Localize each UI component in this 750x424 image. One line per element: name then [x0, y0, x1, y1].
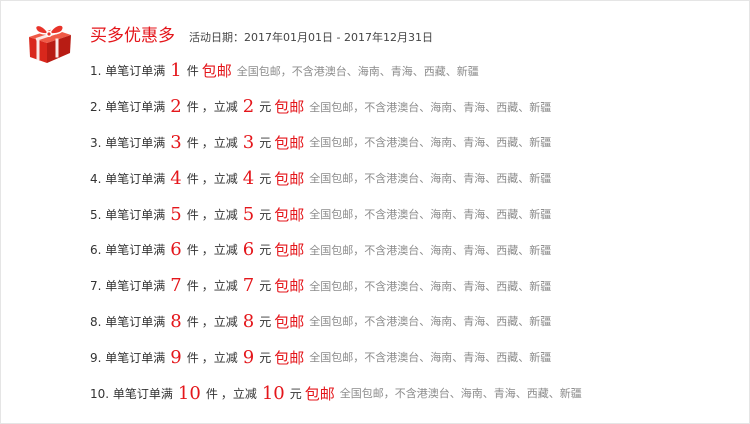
promotion-tier-row: 7. 单笔订单满 7 件，立减 7 元包邮 全国包邮，不含港澳台、海南、青海、西藏、新疆 [90, 268, 740, 304]
tier-free-shipping: 包邮 [274, 169, 305, 188]
tier-discount-label: ，立减 [201, 171, 238, 186]
promotion-tier-row: 5. 单笔订单满 5 件，立减 5 元包邮 全国包邮，不含港澳台、海南、青海、西藏、新疆 [90, 196, 740, 232]
tier-count-unit: 件 [186, 207, 199, 222]
tier-discount-amount: 3 [242, 131, 255, 153]
tier-discount-label: ，立减 [201, 243, 238, 258]
tier-shipping-note: 全国包邮，不含港澳台、海南、青海、西藏、新疆 [236, 64, 479, 78]
tier-discount-label: ，立减 [201, 314, 238, 329]
promotion-title: 买多优惠多 [90, 26, 175, 46]
promotion-tier-row: 3. 单笔订单满 3 件，立减 3 元包邮 全国包邮，不含港澳台、海南、青海、西藏、新疆 [90, 125, 740, 161]
tier-discount-amount: 2 [242, 96, 255, 118]
tier-discount-amount: 5 [242, 203, 255, 225]
tier-condition: 8. 单笔订单满 [90, 314, 166, 329]
promotion-tier-row: 8. 单笔订单满 8 件，立减 8 元包邮 全国包邮，不含港澳台、海南、青海、西藏、新疆 [90, 304, 740, 340]
tier-count-unit: 件 [186, 100, 199, 115]
tier-discount-label: ，立减 [201, 350, 238, 365]
tier-count-unit: 件 [186, 279, 199, 294]
tier-condition: 7. 单笔订单满 [90, 279, 166, 294]
promotion-tier-row: 9. 单笔订单满 9 件，立减 9 元包邮 全国包邮，不含港澳台、海南、青海、西藏、新疆 [90, 339, 740, 375]
tier-free-shipping: 包邮 [274, 348, 305, 367]
promotion-panel: 买多优惠多 活动日期：2017年01月01日 - 2017年12月31日 1. … [0, 0, 750, 424]
tier-item-count: 4 [170, 167, 182, 189]
tier-condition: 4. 单笔订单满 [90, 171, 166, 186]
tier-free-shipping: 包邮 [304, 384, 335, 403]
tier-item-count: 2 [170, 96, 182, 118]
tier-discount-amount: 7 [242, 275, 255, 297]
tier-count-unit: 件 [186, 350, 199, 365]
tier-free-shipping: 包邮 [201, 62, 232, 81]
tier-count-unit: 件 [186, 135, 199, 150]
tier-discount-label: ，立减 [201, 207, 238, 222]
tier-item-count: 10 [177, 382, 201, 404]
tier-discount-label: ，立减 [201, 279, 238, 294]
tier-shipping-note: 全国包邮，不含港澳台、海南、青海、西藏、新疆 [309, 208, 552, 222]
tier-discount-unit: 元 [259, 243, 272, 258]
tier-discount-unit: 元 [259, 207, 272, 222]
promotion-date-range: 活动日期：2017年01月01日 - 2017年12月31日 [189, 31, 433, 44]
tier-discount-amount: 9 [242, 346, 255, 368]
tier-free-shipping: 包邮 [274, 312, 305, 331]
tier-shipping-note: 全国包邮，不含港澳台、海南、青海、西藏、新疆 [309, 243, 552, 257]
tier-discount-unit: 元 [259, 135, 272, 150]
promotion-tier-row: 1. 单笔订单满 1 件包邮 全国包邮，不含港澳台、海南、青海、西藏、新疆 [90, 53, 740, 89]
tier-item-count: 8 [170, 310, 182, 332]
tier-shipping-note: 全国包邮，不含港澳台、海南、青海、西藏、新疆 [309, 172, 552, 186]
tier-item-count: 1 [170, 60, 182, 82]
tier-shipping-note: 全国包邮，不含港澳台、海南、青海、西藏、新疆 [309, 100, 552, 114]
tier-discount-amount: 8 [242, 310, 255, 332]
promotion-tier-list: 1. 单笔订单满 1 件包邮 全国包邮，不含港澳台、海南、青海、西藏、新疆 2. 单笔订… [90, 53, 740, 411]
tier-condition: 1. 单笔订单满 [90, 64, 166, 79]
tier-free-shipping: 包邮 [274, 98, 305, 117]
tier-discount-label: ，立减 [220, 386, 257, 401]
tier-item-count: 6 [170, 239, 182, 261]
promotion-tier-row: 2. 单笔订单满 2 件，立减 2 元包邮 全国包邮，不含港澳台、海南、青海、西藏、新疆 [90, 89, 740, 125]
gift-box-icon [29, 24, 71, 63]
tier-discount-unit: 元 [259, 314, 272, 329]
tier-item-count: 5 [170, 203, 182, 225]
tier-count-unit: 件 [205, 386, 218, 401]
tier-discount-unit: 元 [259, 100, 272, 115]
tier-shipping-note: 全国包邮，不含港澳台、海南、青海、西藏、新疆 [309, 351, 552, 365]
tier-count-unit: 件 [186, 171, 199, 186]
tier-shipping-note: 全国包邮，不含港澳台、海南、青海、西藏、新疆 [339, 387, 582, 401]
tier-free-shipping: 包邮 [274, 205, 305, 224]
tier-condition: 9. 单笔订单满 [90, 350, 166, 365]
tier-item-count: 9 [170, 346, 182, 368]
tier-discount-label: ，立减 [201, 135, 238, 150]
tier-discount-unit: 元 [289, 386, 302, 401]
tier-condition: 10. 单笔订单满 [90, 386, 173, 401]
tier-shipping-note: 全国包邮，不含港澳台、海南、青海、西藏、新疆 [309, 136, 552, 150]
tier-free-shipping: 包邮 [274, 241, 305, 260]
promotion-tier-row: 6. 单笔订单满 6 件，立减 6 元包邮 全国包邮，不含港澳台、海南、青海、西藏、新疆 [90, 232, 740, 268]
tier-count-unit: 件 [186, 64, 199, 79]
tier-condition: 6. 单笔订单满 [90, 243, 166, 258]
tier-discount-amount: 4 [242, 167, 255, 189]
tier-free-shipping: 包邮 [274, 133, 305, 152]
promotion-header: 买多优惠多 活动日期：2017年01月01日 - 2017年12月31日 [90, 21, 433, 46]
tier-item-count: 3 [170, 131, 182, 153]
tier-discount-amount: 6 [242, 239, 255, 261]
tier-count-unit: 件 [186, 314, 199, 329]
promotion-tier-row: 4. 单笔订单满 4 件，立减 4 元包邮 全国包邮，不含港澳台、海南、青海、西藏、新疆 [90, 160, 740, 196]
tier-count-unit: 件 [186, 243, 199, 258]
tier-item-count: 7 [170, 275, 182, 297]
promotion-tier-row: 10. 单笔订单满 10 件，立减 10 元包邮 全国包邮，不含港澳台、海南、青海、西藏、… [90, 375, 740, 411]
tier-shipping-note: 全国包邮，不含港澳台、海南、青海、西藏、新疆 [309, 279, 552, 293]
tier-free-shipping: 包邮 [274, 277, 305, 296]
tier-condition: 3. 单笔订单满 [90, 135, 166, 150]
tier-discount-unit: 元 [259, 350, 272, 365]
tier-condition: 5. 单笔订单满 [90, 207, 166, 222]
tier-shipping-note: 全国包邮，不含港澳台、海南、青海、西藏、新疆 [309, 315, 552, 329]
tier-condition: 2. 单笔订单满 [90, 100, 166, 115]
tier-discount-amount: 10 [261, 382, 285, 404]
tier-discount-unit: 元 [259, 171, 272, 186]
tier-discount-label: ，立减 [201, 100, 238, 115]
tier-discount-unit: 元 [259, 279, 272, 294]
